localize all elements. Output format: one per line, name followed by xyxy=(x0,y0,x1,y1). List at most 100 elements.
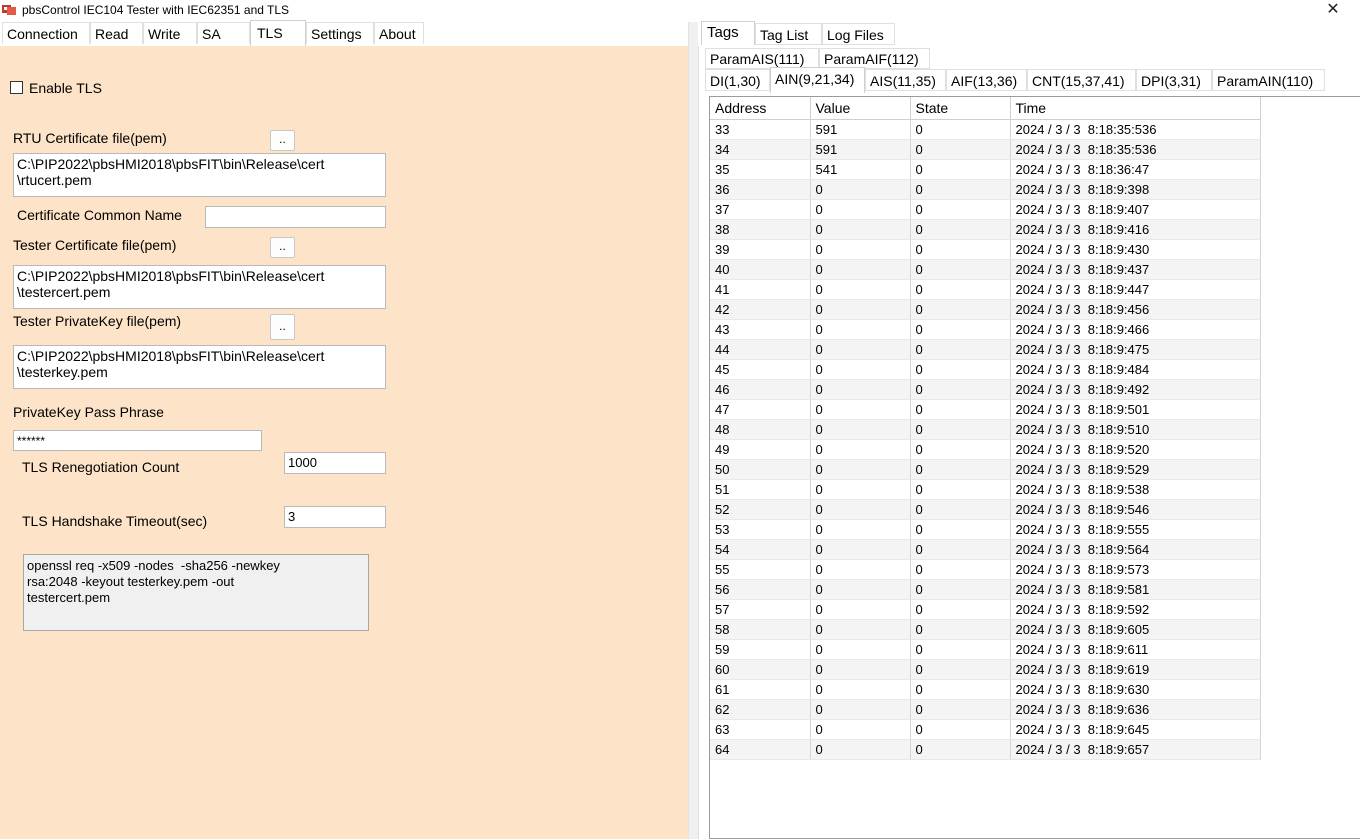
table-row[interactable]: 42 0 0 2024 / 3 / 3 8:18:9:456 xyxy=(710,299,1261,320)
subtab-ais[interactable]: AIS(11,35) xyxy=(865,69,946,91)
cell-address: 36 xyxy=(710,179,811,200)
table-row[interactable]: 58 0 0 2024 / 3 / 3 8:18:9:605 xyxy=(710,619,1261,640)
table-row[interactable]: 63 0 0 2024 / 3 / 3 8:18:9:645 xyxy=(710,719,1261,740)
table-row[interactable]: 40 0 0 2024 / 3 / 3 8:18:9:437 xyxy=(710,259,1261,280)
subtab-param-aif[interactable]: ParamAIF(112) xyxy=(819,48,930,69)
table-row[interactable]: 38 0 0 2024 / 3 / 3 8:18:9:416 xyxy=(710,219,1261,240)
table-row[interactable]: 37 0 0 2024 / 3 / 3 8:18:9:407 xyxy=(710,199,1261,220)
column-header-address[interactable]: Address xyxy=(710,97,811,120)
subtab-ain[interactable]: AIN(9,21,34) xyxy=(770,67,865,93)
tester-key-browse-button[interactable]: .. xyxy=(270,314,295,340)
cell-address: 44 xyxy=(710,339,811,360)
table-row[interactable]: 46 0 0 2024 / 3 / 3 8:18:9:492 xyxy=(710,379,1261,400)
cell-value: 0 xyxy=(810,179,911,200)
subtab-aif[interactable]: AIF(13,36) xyxy=(946,69,1027,91)
table-row[interactable]: 54 0 0 2024 / 3 / 3 8:18:9:564 xyxy=(710,539,1261,560)
cell-value: 0 xyxy=(810,499,911,520)
table-row[interactable]: 47 0 0 2024 / 3 / 3 8:18:9:501 xyxy=(710,399,1261,420)
tab-tags[interactable]: Tags xyxy=(701,21,755,45)
tab-sa[interactable]: SA xyxy=(197,22,250,44)
subtab-param-ain[interactable]: ParamAIN(110) xyxy=(1212,69,1325,91)
rtu-cert-browse-button[interactable]: .. xyxy=(270,130,295,151)
column-header-value[interactable]: Value xyxy=(810,97,911,120)
table-row[interactable]: 55 0 0 2024 / 3 / 3 8:18:9:573 xyxy=(710,559,1261,580)
tab-about[interactable]: About xyxy=(374,22,424,44)
table-row[interactable]: 33 591 0 2024 / 3 / 3 8:18:35:536 xyxy=(710,119,1261,140)
table-row[interactable]: 35 541 0 2024 / 3 / 3 8:18:36:47 xyxy=(710,159,1261,180)
tab-write[interactable]: Write xyxy=(143,22,197,44)
cell-address: 55 xyxy=(710,559,811,580)
table-row[interactable]: 56 0 0 2024 / 3 / 3 8:18:9:581 xyxy=(710,579,1261,600)
subtab-di[interactable]: DI(1,30) xyxy=(705,69,770,91)
enable-tls-label[interactable]: Enable TLS xyxy=(29,80,102,96)
cell-state: 0 xyxy=(910,719,1011,740)
cell-value: 0 xyxy=(810,279,911,300)
table-row[interactable]: 43 0 0 2024 / 3 / 3 8:18:9:466 xyxy=(710,319,1261,340)
table-row[interactable]: 48 0 0 2024 / 3 / 3 8:18:9:510 xyxy=(710,419,1261,440)
table-row[interactable]: 64 0 0 2024 / 3 / 3 8:18:9:657 xyxy=(710,739,1261,760)
cell-address: 40 xyxy=(710,259,811,280)
tab-connection[interactable]: Connection xyxy=(2,22,90,44)
cell-address: 48 xyxy=(710,419,811,440)
tab-tag-list[interactable]: Tag List xyxy=(755,23,822,45)
table-row[interactable]: 49 0 0 2024 / 3 / 3 8:18:9:520 xyxy=(710,439,1261,460)
handshake-timeout-field[interactable]: 3 xyxy=(284,506,386,528)
panel-splitter[interactable] xyxy=(688,22,698,839)
enable-tls-checkbox[interactable] xyxy=(10,81,23,94)
cell-value: 0 xyxy=(810,519,911,540)
tab-read[interactable]: Read xyxy=(90,22,143,44)
openssl-command-hint[interactable]: openssl req -x509 -nodes -sha256 -newkey… xyxy=(23,554,369,631)
cell-value: 0 xyxy=(810,379,911,400)
table-row[interactable]: 36 0 0 2024 / 3 / 3 8:18:9:398 xyxy=(710,179,1261,200)
table-row[interactable]: 41 0 0 2024 / 3 / 3 8:18:9:447 xyxy=(710,279,1261,300)
cell-value: 0 xyxy=(810,559,911,580)
table-row[interactable]: 61 0 0 2024 / 3 / 3 8:18:9:630 xyxy=(710,679,1261,700)
tester-cert-label: Tester Certificate file(pem) xyxy=(13,237,177,253)
subtab-dpi[interactable]: DPI(3,31) xyxy=(1136,69,1212,91)
subtab-cnt[interactable]: CNT(15,37,41) xyxy=(1027,69,1136,91)
cell-state: 0 xyxy=(910,639,1011,660)
tester-key-label: Tester PrivateKey file(pem) xyxy=(13,313,182,329)
tab-tls[interactable]: TLS xyxy=(250,20,306,46)
cell-address: 52 xyxy=(710,499,811,520)
tag-grid[interactable]: Address Value State Time 33 591 0 2024 / 3 … xyxy=(710,97,1261,760)
cell-address: 47 xyxy=(710,399,811,420)
cell-state: 0 xyxy=(910,239,1011,260)
table-row[interactable]: 51 0 0 2024 / 3 / 3 8:18:9:538 xyxy=(710,479,1261,500)
cell-address: 63 xyxy=(710,719,811,740)
tester-cert-path-field[interactable]: C:\PIP2022\pbsHMI2018\pbsFIT\bin\Release… xyxy=(13,265,386,309)
cell-value: 0 xyxy=(810,219,911,240)
cell-time: 2024 / 3 / 3 8:18:9:555 xyxy=(1010,519,1261,540)
table-row[interactable]: 44 0 0 2024 / 3 / 3 8:18:9:475 xyxy=(710,339,1261,360)
table-row[interactable]: 60 0 0 2024 / 3 / 3 8:18:9:619 xyxy=(710,659,1261,680)
rtu-cert-path-field[interactable]: C:\PIP2022\pbsHMI2018\pbsFIT\bin\Release… xyxy=(13,153,386,197)
cell-state: 0 xyxy=(910,499,1011,520)
table-row[interactable]: 45 0 0 2024 / 3 / 3 8:18:9:484 xyxy=(710,359,1261,380)
table-row[interactable]: 52 0 0 2024 / 3 / 3 8:18:9:546 xyxy=(710,499,1261,520)
column-header-state[interactable]: State xyxy=(910,97,1011,120)
pass-phrase-field[interactable]: ****** xyxy=(13,430,262,451)
table-row[interactable]: 53 0 0 2024 / 3 / 3 8:18:9:555 xyxy=(710,519,1261,540)
cell-state: 0 xyxy=(910,739,1011,760)
cell-value: 0 xyxy=(810,539,911,560)
table-row[interactable]: 62 0 0 2024 / 3 / 3 8:18:9:636 xyxy=(710,699,1261,720)
table-row[interactable]: 34 591 0 2024 / 3 / 3 8:18:35:536 xyxy=(710,139,1261,160)
tester-key-path-field[interactable]: C:\PIP2022\pbsHMI2018\pbsFIT\bin\Release… xyxy=(13,345,386,389)
window-title: pbsControl IEC104 Tester with IEC62351 a… xyxy=(22,3,290,17)
tab-settings[interactable]: Settings xyxy=(306,22,374,44)
column-header-time[interactable]: Time xyxy=(1010,97,1261,120)
common-name-field[interactable] xyxy=(205,206,386,228)
close-icon[interactable]: ✕ xyxy=(1319,0,1347,20)
table-row[interactable]: 39 0 0 2024 / 3 / 3 8:18:9:430 xyxy=(710,239,1261,260)
table-row[interactable]: 50 0 0 2024 / 3 / 3 8:18:9:529 xyxy=(710,459,1261,480)
cell-value: 591 xyxy=(810,139,911,160)
table-row[interactable]: 57 0 0 2024 / 3 / 3 8:18:9:592 xyxy=(710,599,1261,620)
renegotiation-count-field[interactable]: 1000 xyxy=(284,452,386,474)
cell-value: 0 xyxy=(810,599,911,620)
subtab-param-ais[interactable]: ParamAIS(111) xyxy=(705,48,819,69)
table-row[interactable]: 59 0 0 2024 / 3 / 3 8:18:9:611 xyxy=(710,639,1261,660)
tester-cert-browse-button[interactable]: .. xyxy=(270,237,295,258)
cell-value: 0 xyxy=(810,719,911,740)
cell-address: 62 xyxy=(710,699,811,720)
tab-log-files[interactable]: Log Files xyxy=(822,23,895,45)
